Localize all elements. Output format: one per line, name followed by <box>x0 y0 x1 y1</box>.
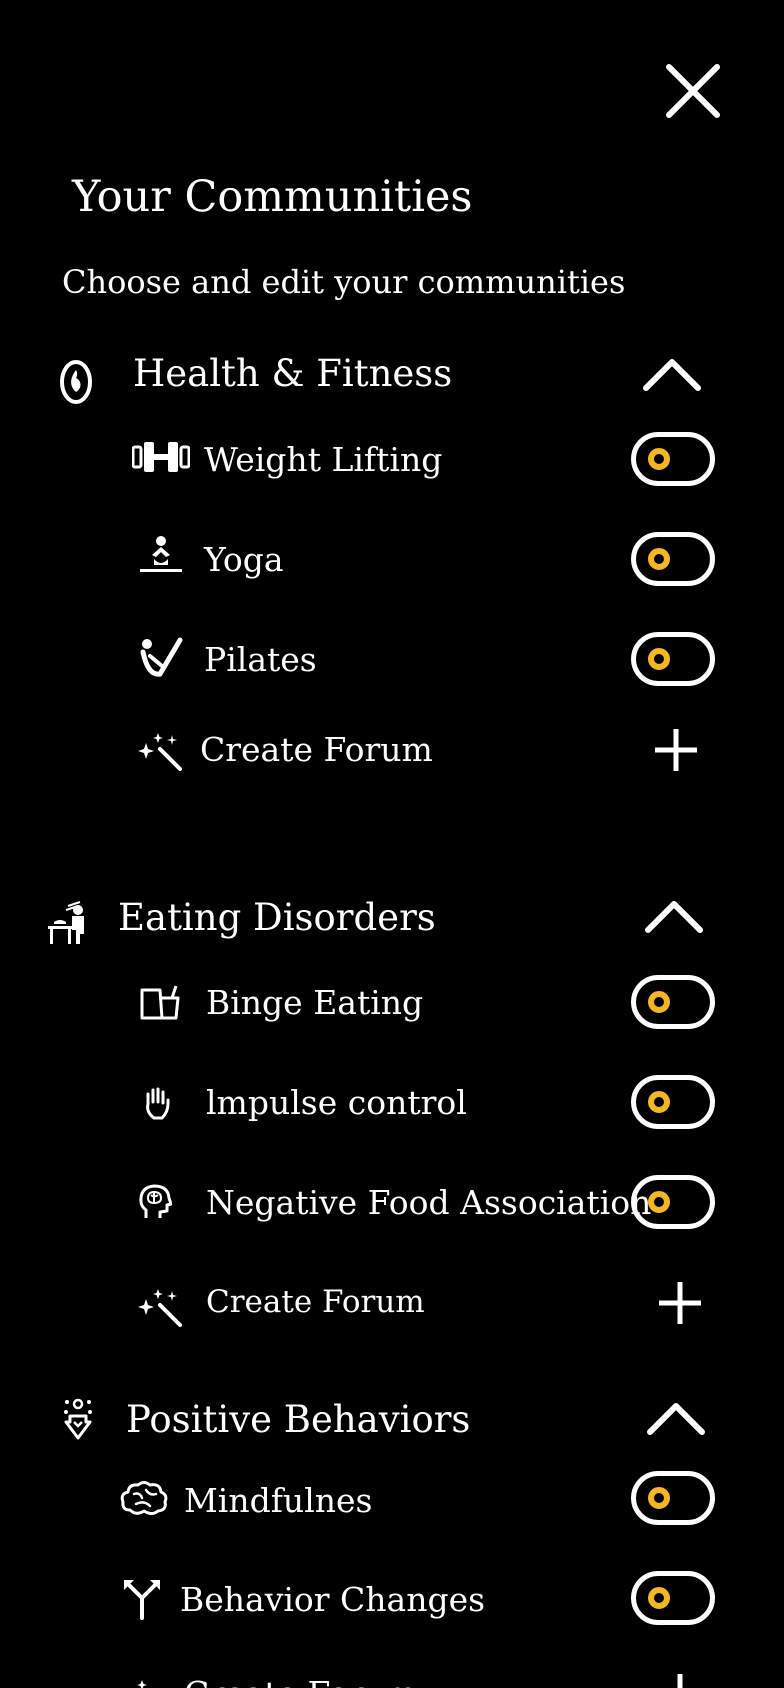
toggle-yoga[interactable] <box>631 532 715 586</box>
item-label-negative-food-association: Negative Food Association <box>206 1183 652 1222</box>
toggle-weight-lifting[interactable] <box>631 432 715 486</box>
create-forum-health-fitness-button[interactable] <box>653 727 699 773</box>
collapse-eating-disorders-button[interactable] <box>642 896 706 936</box>
toggle-mindfulnes[interactable] <box>631 1471 715 1525</box>
group-title-eating-disorders: Eating Disorders <box>118 896 436 939</box>
sparkle-wand-icon <box>138 731 182 771</box>
page-subtitle: Choose and edit your communities <box>62 263 626 301</box>
flame-icon <box>58 358 94 404</box>
item-label-yoga: Yoga <box>204 540 284 579</box>
item-label-behavior-changes: Behavior Changes <box>180 1580 486 1619</box>
toggle-knob <box>648 1191 670 1213</box>
page-title: Your Communities <box>72 172 473 222</box>
create-forum-label-positive-behaviors: Create Forum <box>184 1674 417 1688</box>
dumbbell-icon <box>132 440 190 474</box>
toggle-binge-eating[interactable] <box>631 975 715 1029</box>
brain-head-icon <box>138 1184 172 1220</box>
toggle-knob <box>648 1487 670 1509</box>
item-label-impulse-control: lmpulse control <box>206 1083 467 1122</box>
collapse-health-fitness-button[interactable] <box>640 354 704 394</box>
close-button[interactable] <box>664 62 722 120</box>
item-label-mindfulnes: Mindfulnes <box>184 1481 373 1520</box>
toggle-behavior-changes[interactable] <box>631 1571 715 1625</box>
create-forum-label-health-fitness: Create Forum <box>200 730 433 769</box>
toggle-knob <box>648 991 670 1013</box>
plus-icon <box>659 1282 701 1324</box>
behavior-icon <box>62 1398 94 1442</box>
toggle-knob <box>648 548 670 570</box>
sparkle-wand-icon <box>122 1678 166 1688</box>
collapse-positive-behaviors-button[interactable] <box>644 1398 708 1438</box>
toggle-negative-food-association[interactable] <box>631 1175 715 1229</box>
toggle-knob <box>648 448 670 470</box>
communities-screen: Your Communities Choose and edit your co… <box>0 0 784 1688</box>
chevron-up-icon <box>647 1403 705 1435</box>
close-icon <box>666 64 720 118</box>
chevron-up-icon <box>645 901 703 933</box>
toggle-knob <box>648 1091 670 1113</box>
toggle-knob <box>648 1587 670 1609</box>
plus-icon <box>677 1674 683 1688</box>
toggle-pilates[interactable] <box>631 632 715 686</box>
toggle-impulse-control[interactable] <box>631 1075 715 1129</box>
create-forum-positive-behaviors-button[interactable] <box>657 1672 703 1688</box>
sparkle-wand-icon <box>138 1287 182 1327</box>
food-containers-icon <box>138 984 182 1020</box>
hand-icon <box>142 1086 172 1120</box>
yoga-pose-icon <box>138 535 184 575</box>
toggle-knob <box>648 648 670 670</box>
eating-person-icon <box>46 900 88 946</box>
item-label-weight-lifting: Weight Lifting <box>204 440 443 479</box>
item-label-binge-eating: Binge Eating <box>206 983 424 1022</box>
item-label-pilates: Pilates <box>204 640 317 679</box>
plus-icon <box>655 729 697 771</box>
group-title-positive-behaviors: Positive Behaviors <box>126 1398 471 1441</box>
pilates-icon <box>138 636 184 680</box>
create-forum-eating-disorders-button[interactable] <box>657 1280 703 1326</box>
group-title-health-fitness: Health & Fitness <box>133 352 453 395</box>
chevron-up-icon <box>643 359 701 391</box>
brain-icon <box>120 1480 168 1516</box>
create-forum-label-eating-disorders: Create Forum <box>206 1284 425 1320</box>
split-arrows-icon <box>122 1578 162 1620</box>
